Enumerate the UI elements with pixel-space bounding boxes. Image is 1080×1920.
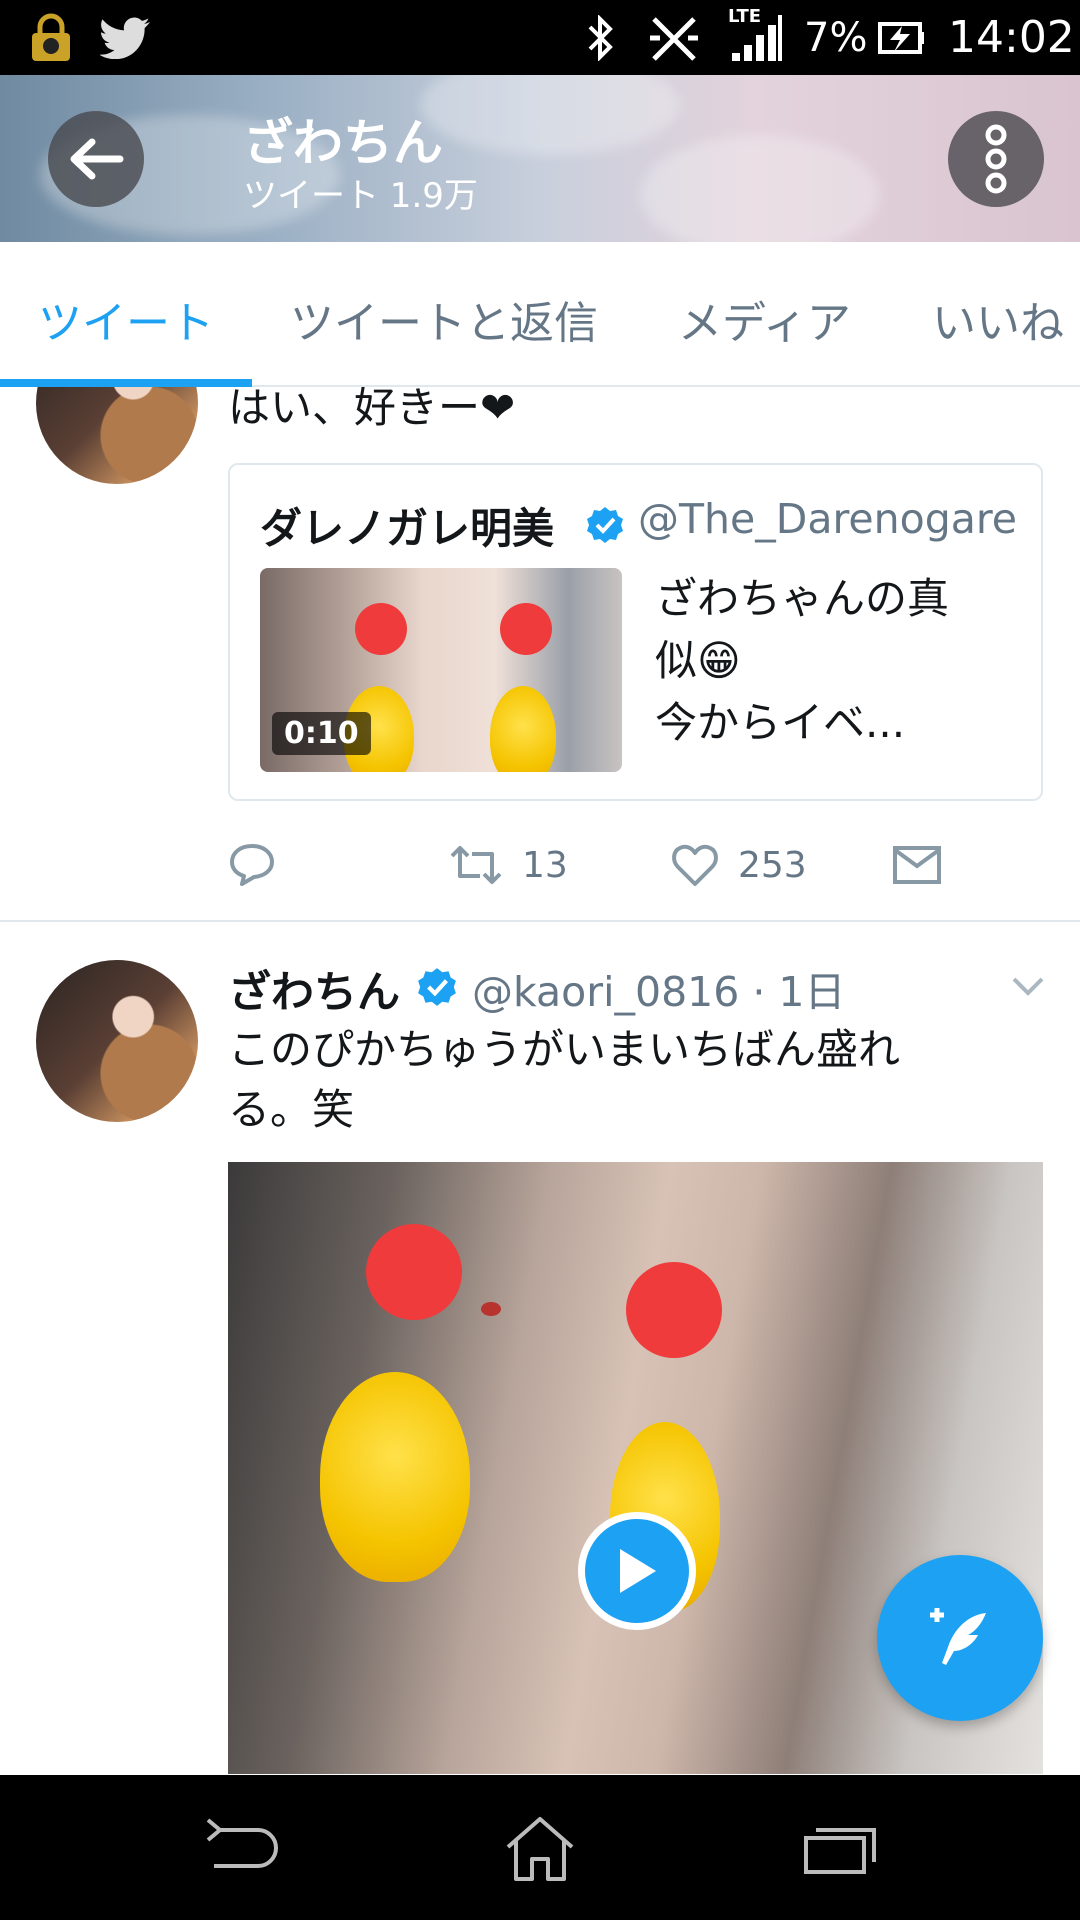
more-vertical-icon [985, 124, 1007, 194]
retweet-count: 13 [522, 844, 568, 886]
tweet-text: はい、好きー❤ [228, 383, 516, 432]
battery-percent: 7% [804, 14, 868, 61]
quoted-text-line: ざわちゃんの真 [655, 574, 950, 623]
network-type: LTE [728, 6, 762, 27]
active-tab-indicator [0, 379, 252, 387]
compose-feather-icon [930, 1608, 986, 1665]
lock-app-icon [26, 0, 76, 75]
tab-tweets[interactable]: ツイート [38, 287, 214, 351]
nav-back-icon [206, 1817, 278, 1868]
system-navigation-bar [0, 1775, 1080, 1920]
recents-icon [804, 1827, 876, 1874]
chevron-down-icon[interactable] [1010, 975, 1046, 999]
tweet-text: このぴかちゅうがいまいちばん盛れ る。笑 [228, 1020, 1048, 1140]
clock: 14:02 [948, 12, 1075, 63]
avatar[interactable] [36, 960, 198, 1122]
play-icon [620, 1549, 656, 1593]
play-button[interactable] [578, 1512, 696, 1630]
quoted-video-thumbnail[interactable]: 0:10 [260, 568, 622, 772]
tab-media[interactable]: メディア [678, 287, 851, 351]
tweet-actions: 13 253 [228, 835, 1028, 895]
nav-back-button[interactable] [160, 1775, 320, 1920]
like-button[interactable]: 253 [670, 835, 807, 895]
direct-message-button[interactable] [892, 835, 942, 895]
author-name[interactable]: ざわちん [228, 958, 400, 1020]
profile-header: ざわちん ツイート 1.9万 [0, 75, 1080, 242]
profile-name: ざわちん [243, 114, 443, 172]
tab-likes[interactable]: いいね [932, 287, 1064, 351]
tab-tweets-and-replies[interactable]: ツイートと返信 [290, 287, 598, 351]
verified-badge-icon [418, 968, 456, 1006]
video-duration: 0:10 [272, 712, 371, 755]
status-bar: LTE 7% 14:02 [0, 0, 1080, 75]
heart-icon [672, 844, 718, 886]
battery-charging-icon [876, 0, 926, 75]
reply-icon [230, 844, 274, 886]
tweet-text-line: る。笑 [228, 1085, 355, 1134]
verified-badge-icon [587, 507, 623, 543]
nav-recents-button[interactable] [760, 1775, 920, 1920]
back-button[interactable] [48, 111, 144, 207]
back-arrow-icon [70, 138, 124, 180]
quoted-tweet-card[interactable]: ダレノガレ明美 @The_Darenogare 0:10 ざわちゃんの真 似😁 … [228, 463, 1043, 801]
nav-home-button[interactable] [460, 1775, 620, 1920]
author-handle-time: @kaori_0816 · 1日 [472, 968, 846, 1016]
twitter-bird-icon [100, 0, 152, 75]
reply-button[interactable] [228, 835, 276, 895]
compose-tweet-button[interactable] [877, 1555, 1043, 1721]
quoted-text-line: 似😁 [655, 636, 741, 685]
retweet-icon [450, 846, 502, 884]
vibrate-off-icon [646, 0, 702, 75]
tweet-count: ツイート 1.9万 [243, 176, 478, 216]
more-options-button[interactable] [948, 111, 1044, 207]
tweet-divider [0, 920, 1080, 922]
quoted-author-handle: @The_Darenogare [638, 495, 1018, 543]
quoted-text-line: 今からイベ... [655, 698, 906, 747]
signal-icon: LTE [728, 0, 786, 75]
like-count: 253 [738, 844, 807, 886]
tweet-text-line: このぴかちゅうがいまいちばん盛れ [228, 1025, 901, 1074]
profile-tabs: ツイート ツイートと返信 メディア いいね [0, 242, 1080, 387]
quoted-author-name: ダレノガレ明美 [260, 504, 555, 553]
quoted-tweet-text: ざわちゃんの真 似😁 今からイベ... [655, 568, 1025, 754]
retweet-button[interactable]: 13 [448, 835, 568, 895]
home-icon [506, 1816, 574, 1881]
envelope-icon [893, 846, 941, 884]
bluetooth-icon [586, 0, 616, 75]
screen: { "status_bar": { "network": "LTE", "bat… [0, 0, 1080, 1920]
